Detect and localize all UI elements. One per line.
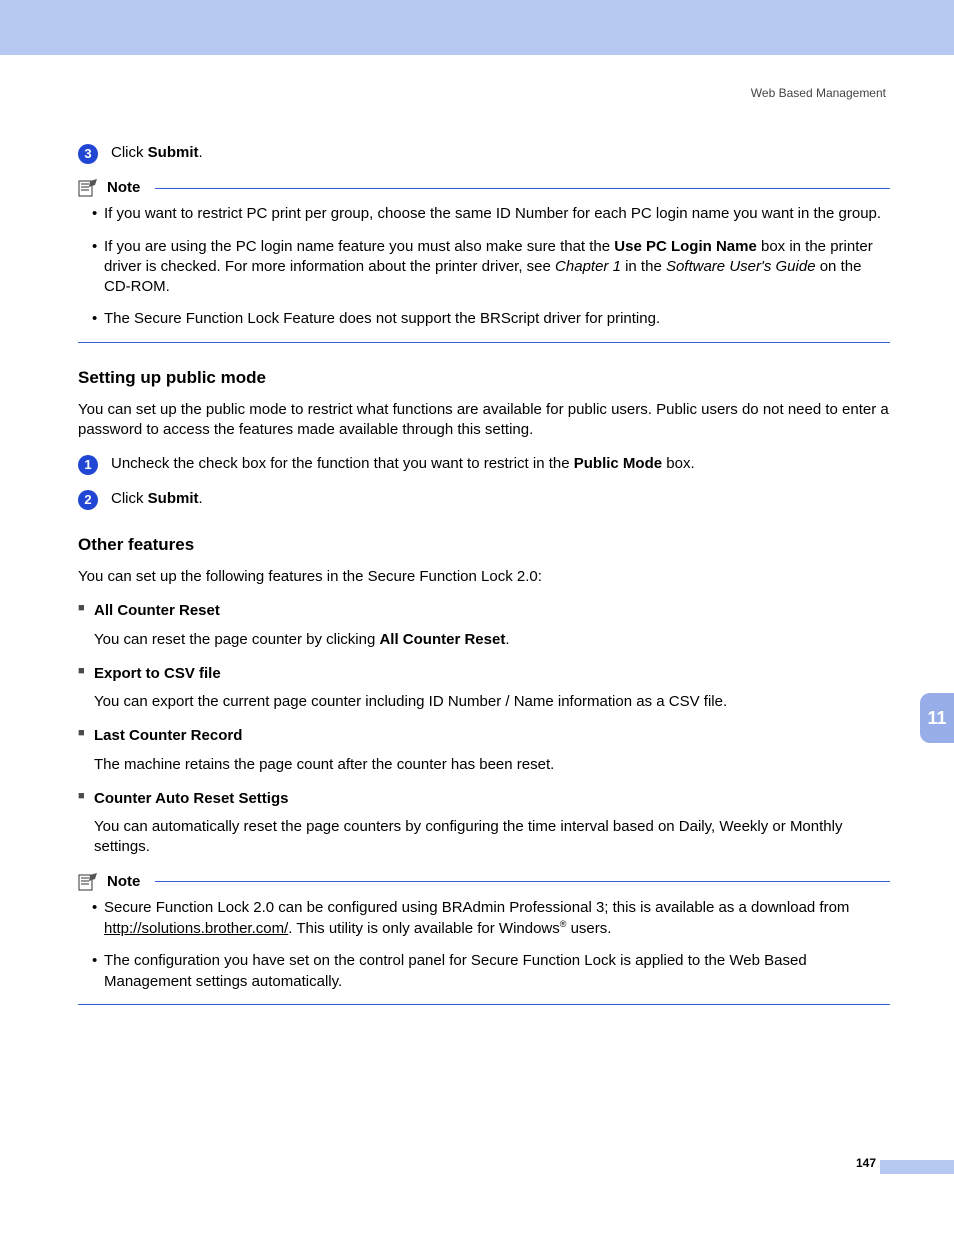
page-content: Web Based Management 3 Click Submit. Not… bbox=[0, 55, 954, 1005]
note-bottom-rule bbox=[78, 1004, 890, 1005]
public-mode-intro: You can set up the public mode to restri… bbox=[78, 400, 890, 441]
public-step-1-text: Uncheck the check box for the function t… bbox=[111, 454, 890, 474]
step-bullet-1: 1 bbox=[78, 455, 98, 475]
step-bullet-3: 3 bbox=[78, 144, 98, 164]
step-bullet-2: 2 bbox=[78, 490, 98, 510]
feature-list: All Counter Reset You can reset the page … bbox=[78, 601, 890, 857]
note-label: Note bbox=[107, 872, 140, 892]
feature-description: You can reset the page counter by clicki… bbox=[78, 630, 890, 650]
public-step-2-text: Click Submit. bbox=[111, 489, 890, 509]
feature-description: You can automatically reset the page cou… bbox=[78, 817, 890, 858]
public-step-1: 1 Uncheck the check box for the function… bbox=[78, 454, 890, 475]
feature-item: All Counter Reset You can reset the page … bbox=[78, 601, 890, 650]
note-item: The configuration you have set on the co… bbox=[92, 951, 890, 992]
step-3: 3 Click Submit. bbox=[78, 143, 890, 164]
running-header: Web Based Management bbox=[78, 85, 890, 101]
feature-description: The machine retains the page count after… bbox=[78, 755, 890, 775]
note-item: If you want to restrict PC print per gro… bbox=[92, 204, 890, 224]
note-1-list: If you want to restrict PC print per gro… bbox=[78, 204, 890, 329]
feature-item: Last Counter Record The machine retains t… bbox=[78, 726, 890, 775]
note-item: Secure Function Lock 2.0 can be configur… bbox=[92, 898, 890, 940]
note-rule bbox=[155, 188, 890, 189]
top-band bbox=[0, 0, 954, 55]
note-rule bbox=[155, 881, 890, 882]
heading-other-features: Other features bbox=[78, 534, 890, 557]
feature-item: Export to CSV file You can export the cur… bbox=[78, 664, 890, 713]
heading-public-mode: Setting up public mode bbox=[78, 367, 890, 390]
page-number-band bbox=[880, 1160, 954, 1174]
page-number: 147 bbox=[856, 1155, 876, 1171]
note-heading-2: Note bbox=[78, 872, 890, 892]
step-3-text: Click Submit. bbox=[111, 143, 890, 163]
chapter-tab: 11 bbox=[920, 693, 954, 743]
feature-title: Counter Auto Reset Settigs bbox=[78, 789, 890, 809]
feature-title: Export to CSV file bbox=[78, 664, 890, 684]
feature-title: All Counter Reset bbox=[78, 601, 890, 621]
note-bottom-rule bbox=[78, 342, 890, 343]
note-icon bbox=[78, 178, 100, 198]
note-heading: Note bbox=[78, 178, 890, 198]
note-icon bbox=[78, 872, 100, 892]
feature-item: Counter Auto Reset Settigs You can automa… bbox=[78, 789, 890, 858]
note-2-list: Secure Function Lock 2.0 can be configur… bbox=[78, 898, 890, 992]
feature-description: You can export the current page counter … bbox=[78, 692, 890, 712]
other-intro: You can set up the following features in… bbox=[78, 567, 890, 587]
public-step-2: 2 Click Submit. bbox=[78, 489, 890, 510]
note-item: The Secure Function Lock Feature does no… bbox=[92, 309, 890, 329]
feature-title: Last Counter Record bbox=[78, 726, 890, 746]
note-label: Note bbox=[107, 178, 140, 198]
note-item: If you are using the PC login name featu… bbox=[92, 237, 890, 298]
